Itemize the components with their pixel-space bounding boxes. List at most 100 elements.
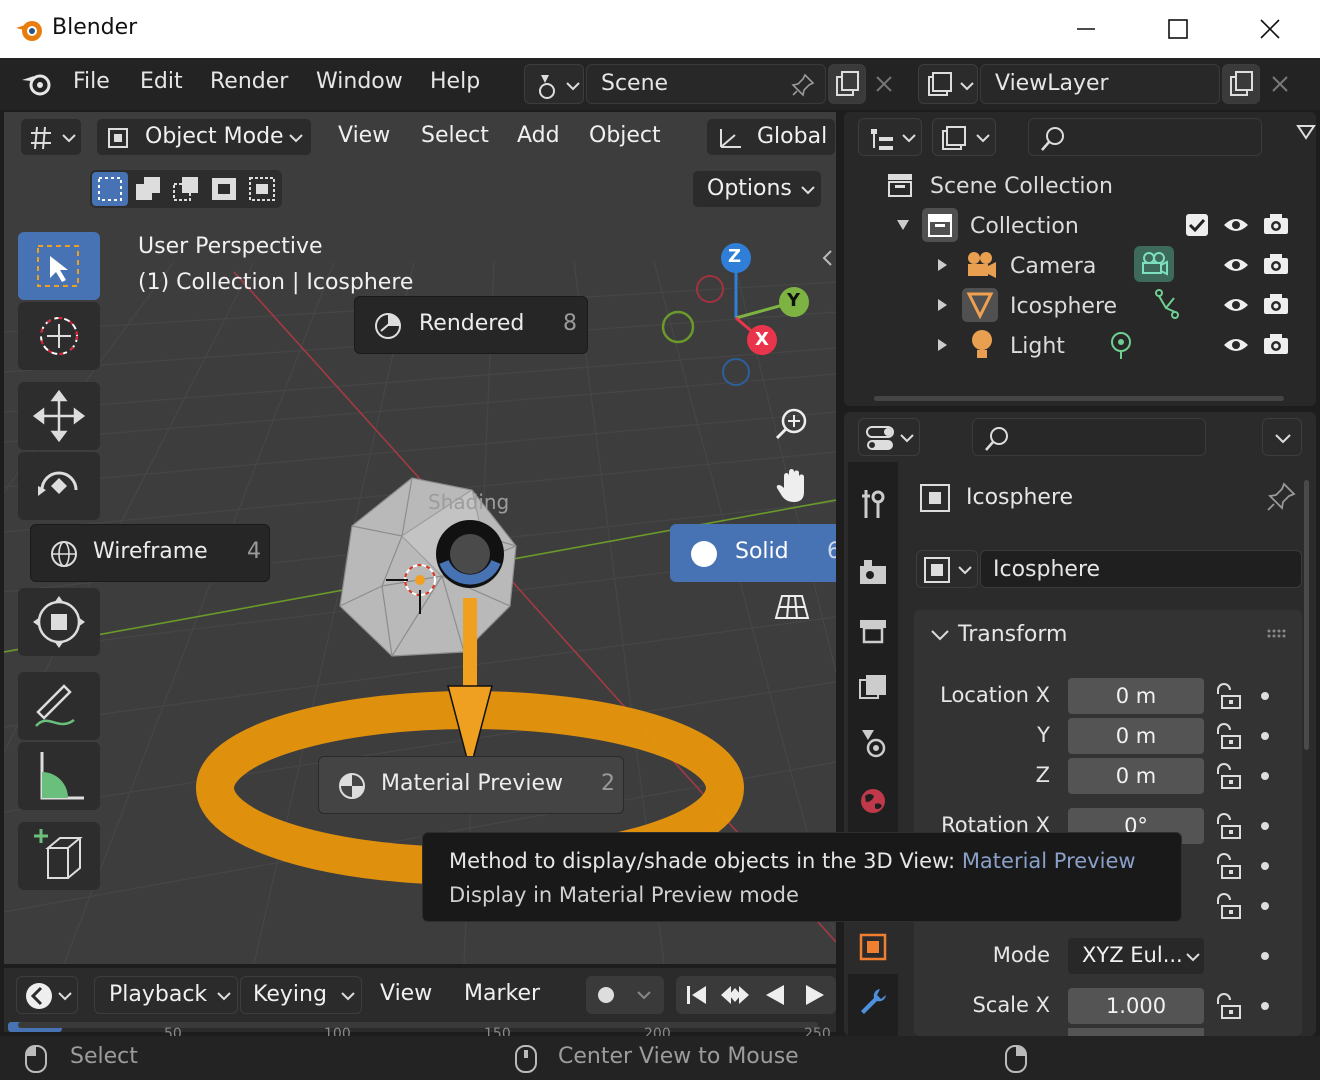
- viewport-menu-view[interactable]: View: [338, 123, 390, 148]
- menu-window[interactable]: Window: [316, 69, 403, 94]
- collection-label[interactable]: Collection: [970, 214, 1079, 239]
- delete-scene-icon[interactable]: [872, 72, 896, 96]
- lock-icon[interactable]: [1212, 762, 1242, 790]
- sidebar-toggle-icon[interactable]: [820, 248, 834, 268]
- properties-editor-type-button[interactable]: [858, 418, 920, 456]
- new-scene-button[interactable]: [828, 64, 866, 104]
- location-z-field[interactable]: 0 m: [1068, 758, 1204, 794]
- options-dropdown[interactable]: Options: [692, 170, 822, 208]
- render-camera-icon[interactable]: [1262, 332, 1290, 356]
- eye-icon[interactable]: [1222, 214, 1250, 236]
- outliner-item-camera[interactable]: Camera: [1010, 254, 1096, 279]
- drag-handle-icon[interactable]: [1266, 628, 1288, 640]
- timeline-scrubber[interactable]: [18, 1022, 818, 1028]
- pie-option-solid[interactable]: Solid 6: [670, 524, 836, 582]
- scale-x-field[interactable]: 1.000: [1068, 988, 1204, 1024]
- transform-panel-title[interactable]: Transform: [958, 622, 1067, 647]
- location-x-field[interactable]: 0 m: [1068, 678, 1204, 714]
- outliner-filter-icon[interactable]: [1296, 124, 1316, 152]
- timeline-editor-type-button[interactable]: [16, 976, 78, 1014]
- output-tab-icon[interactable]: [858, 616, 888, 646]
- lock-icon[interactable]: [1212, 722, 1242, 750]
- timeline-menu-view[interactable]: View: [380, 981, 432, 1006]
- jump-to-start-icon[interactable]: [680, 980, 712, 1010]
- jump-to-keyframe-icon[interactable]: [718, 980, 752, 1010]
- select-subtract-button[interactable]: [168, 172, 204, 206]
- eye-icon[interactable]: [1222, 254, 1250, 276]
- location-y-field[interactable]: 0 m: [1068, 718, 1204, 754]
- light-data-icon[interactable]: [1108, 330, 1134, 362]
- minimize-button[interactable]: [1040, 0, 1132, 58]
- outliner-filter-layer-button[interactable]: [932, 118, 996, 156]
- lock-icon[interactable]: [1212, 852, 1242, 880]
- modifier-wrench-tab-icon[interactable]: [858, 986, 888, 1016]
- chevron-down-icon[interactable]: [930, 626, 950, 644]
- lock-icon[interactable]: [1212, 682, 1242, 710]
- object-name-field[interactable]: Icosphere: [980, 550, 1302, 588]
- viewport-menu-select[interactable]: Select: [421, 123, 489, 148]
- outliner-search-input[interactable]: [1028, 118, 1262, 156]
- pie-option-material-preview[interactable]: Material Preview 2: [318, 756, 624, 814]
- menu-render[interactable]: Render: [210, 69, 288, 94]
- object-tab[interactable]: [848, 920, 898, 974]
- editor-type-button[interactable]: [20, 118, 82, 156]
- playback-menu[interactable]: Playback: [94, 976, 238, 1014]
- tool-annotate[interactable]: [18, 672, 100, 740]
- pin-icon[interactable]: [1266, 482, 1296, 512]
- select-intersect-button[interactable]: [244, 172, 280, 206]
- camera-data-icon[interactable]: [1134, 246, 1174, 282]
- pie-option-rendered[interactable]: Rendered 8: [354, 296, 588, 354]
- properties-options-dropdown[interactable]: [1262, 418, 1302, 456]
- keying-menu[interactable]: Keying: [240, 976, 362, 1014]
- viewlayer-browse-button[interactable]: [918, 64, 978, 104]
- render-camera-icon[interactable]: [1262, 212, 1290, 236]
- expand-arrow-icon[interactable]: [936, 338, 948, 352]
- pan-hand-button[interactable]: [764, 458, 820, 514]
- auto-keying-button[interactable]: [586, 976, 664, 1014]
- tool-add-cube[interactable]: [18, 822, 100, 890]
- camera-view-button[interactable]: [764, 578, 820, 634]
- eye-icon[interactable]: [1222, 334, 1250, 356]
- menu-edit[interactable]: Edit: [140, 69, 183, 94]
- tool-tab-icon[interactable]: [858, 488, 888, 520]
- zoom-button[interactable]: [764, 396, 820, 452]
- tool-cursor[interactable]: [18, 302, 100, 370]
- viewport-menu-object[interactable]: Object: [589, 123, 661, 148]
- lock-icon[interactable]: [1212, 992, 1242, 1020]
- transform-orientation-dropdown[interactable]: Global: [706, 118, 836, 156]
- tool-move[interactable]: [18, 382, 100, 450]
- play-reverse-icon[interactable]: [760, 980, 790, 1010]
- scene-browse-button[interactable]: [524, 64, 584, 104]
- keyframe-dot-column[interactable]: [1258, 688, 1272, 1028]
- mesh-data-icon[interactable]: [1154, 288, 1180, 320]
- collection-checkbox[interactable]: [1186, 214, 1208, 236]
- view-layer-tab-icon[interactable]: [858, 672, 888, 702]
- timeline-menu-marker[interactable]: Marker: [464, 981, 540, 1006]
- close-button[interactable]: [1224, 0, 1316, 58]
- lock-icon[interactable]: [1212, 812, 1242, 840]
- select-extend-button[interactable]: [130, 172, 166, 206]
- pin-icon[interactable]: [791, 73, 815, 97]
- outliner-item-icosphere[interactable]: Icosphere: [1010, 294, 1117, 319]
- scene-tab-icon[interactable]: [858, 728, 888, 758]
- outliner-item-light[interactable]: Light: [1010, 334, 1065, 359]
- expand-arrow-icon[interactable]: [936, 258, 948, 272]
- menu-file[interactable]: File: [73, 69, 110, 94]
- blender-menu-icon[interactable]: [20, 68, 54, 98]
- pie-option-wireframe[interactable]: Wireframe 4: [30, 524, 270, 582]
- expand-arrow-icon[interactable]: [936, 298, 948, 312]
- expand-arrow-icon[interactable]: [896, 218, 910, 232]
- outliner-display-mode-button[interactable]: [858, 118, 922, 156]
- new-viewlayer-button[interactable]: [1222, 64, 1260, 104]
- tool-transform[interactable]: [18, 588, 100, 656]
- select-invert-button[interactable]: [206, 172, 242, 206]
- lock-icon[interactable]: [1212, 892, 1242, 920]
- world-tab-icon[interactable]: [858, 786, 888, 816]
- properties-search-input[interactable]: [972, 418, 1206, 456]
- tool-select-box[interactable]: [18, 232, 100, 300]
- play-icon[interactable]: [800, 980, 830, 1010]
- eye-icon[interactable]: [1222, 294, 1250, 316]
- scene-name-field[interactable]: Scene: [586, 64, 826, 104]
- properties-scrollbar[interactable]: [1304, 480, 1309, 750]
- scale-y-field-partial[interactable]: [1068, 1028, 1204, 1036]
